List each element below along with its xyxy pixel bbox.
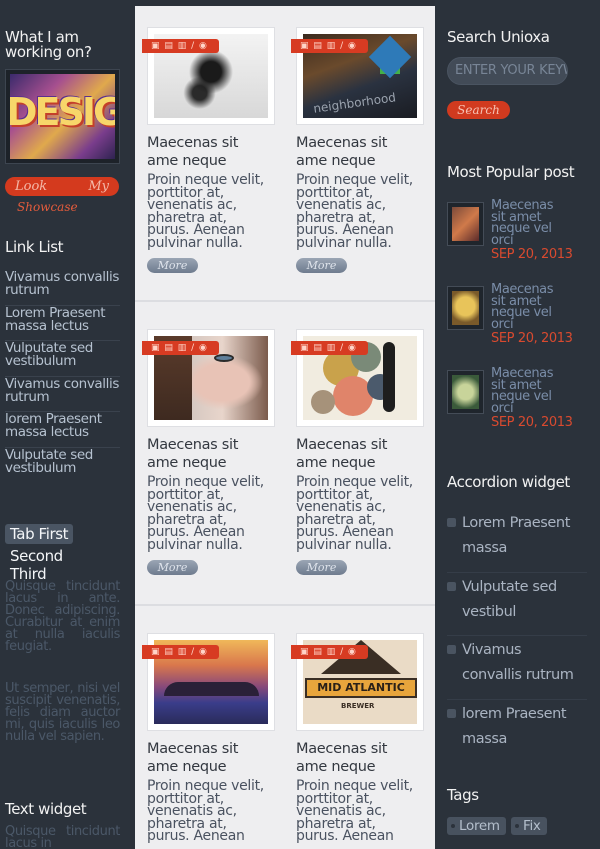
popular-post-title[interactable]: Maecenas sit amet neque vel orci	[491, 367, 561, 415]
popular-thumbnail[interactable]	[447, 202, 484, 246]
post-card: MID ATLANTIC BREWER ▣ ▤ ▥ / ◉ Maecenas s…	[291, 633, 424, 844]
post-excerpt: Proin neque velit, porttitor at, venenat…	[147, 778, 264, 844]
post-title[interactable]: Maecenas sit ame neque	[296, 135, 406, 170]
accordion-item[interactable]: lorem Praesent massa	[447, 700, 587, 764]
post-card: neighborhood ▣ ▤ ▥ / ◉ Maecenas sit ame …	[291, 27, 424, 273]
post-title[interactable]: Maecenas sit ame neque	[296, 741, 406, 776]
bullet-icon	[447, 518, 456, 527]
row-divider	[135, 300, 435, 302]
post-grid: ▣ ▤ ▥ / ◉ Maecenas sit ame neque Proin n…	[135, 6, 435, 849]
post-thumbnail[interactable]: neighborhood ▣ ▤ ▥ / ◉	[291, 27, 424, 125]
post-thumbnail[interactable]: ▣ ▤ ▥ / ◉	[142, 633, 275, 731]
post-meta-icons: ▣ ▤ ▥ / ◉	[291, 341, 368, 355]
more-button[interactable]: More	[296, 560, 347, 575]
post-meta-icons: ▣ ▤ ▥ / ◉	[142, 341, 219, 355]
popular-title: Most Popular post	[447, 163, 575, 181]
link-item[interactable]: Vulputate sed vestibulum	[5, 341, 120, 377]
popular-post[interactable]: Maecenas sit amet neque vel orci SEP 20,…	[447, 367, 597, 448]
popular-thumbnail[interactable]	[447, 370, 484, 414]
showcase-btn-right: My	[88, 179, 109, 194]
post-title[interactable]: Maecenas sit ame neque	[147, 437, 257, 472]
post-excerpt: Proin neque velit, porttitor at, venenat…	[147, 172, 264, 251]
post-meta-icons: ▣ ▤ ▥ / ◉	[291, 645, 368, 659]
link-item[interactable]: lorem Praesent massa lectus	[5, 412, 120, 448]
thumbnail-subtext: BREWER	[341, 702, 375, 710]
tab-widget: Tab First Second Third	[5, 524, 125, 583]
post-card: ▣ ▤ ▥ / ◉ Maecenas sit ame neque Proin n…	[142, 329, 275, 575]
link-item[interactable]: Vivamus convallis rutrum	[5, 270, 120, 306]
more-button[interactable]: More	[296, 258, 347, 273]
accordion-label: Lorem Praesent massa	[462, 515, 570, 556]
accordion-item[interactable]: Vulputate sed vestibul	[447, 573, 587, 636]
post-excerpt: Proin neque velit, porttitor at, venenat…	[296, 778, 413, 844]
popular-post-date: SEP 20, 2013	[491, 415, 573, 430]
tab-paragraph: Ut semper, nisi vel suscipit venenatis, …	[5, 681, 120, 744]
search-button[interactable]: Search	[447, 101, 510, 119]
popular-post-title[interactable]: Maecenas sit amet neque vel orci	[491, 199, 561, 247]
search-input[interactable]: ENTER YOUR KEYWORD	[447, 57, 568, 85]
post-card: ▣ ▤ ▥ / ◉ Maecenas sit ame neque Proin n…	[291, 329, 424, 575]
post-title[interactable]: Maecenas sit ame neque	[296, 437, 406, 472]
popular-post[interactable]: Maecenas sit amet neque vel orci SEP 20,…	[447, 199, 597, 280]
text-widget-paragraph: Quisque tincidunt lacus in	[5, 824, 120, 849]
showcase-button-label[interactable]: Showcase	[17, 200, 78, 214]
post-thumbnail[interactable]: ▣ ▤ ▥ / ◉	[142, 27, 275, 125]
accordion-label: Vivamus convallis rutrum	[462, 642, 574, 683]
post-excerpt: Proin neque velit, porttitor at, venenat…	[147, 474, 264, 553]
post-thumbnail[interactable]: ▣ ▤ ▥ / ◉	[142, 329, 275, 427]
left-sidebar: What I am working on? DESIGN Look My Sho…	[0, 0, 130, 849]
more-button[interactable]: More	[147, 560, 198, 575]
bullet-icon	[447, 645, 456, 654]
tags-title: Tags	[447, 786, 479, 804]
working-on-title: What I am working on?	[5, 28, 92, 61]
tab-second[interactable]: Second	[10, 547, 63, 565]
post-meta-icons: ▣ ▤ ▥ / ◉	[142, 645, 219, 659]
search-title: Search Unioxa	[447, 28, 550, 46]
link-item[interactable]: Vulputate sed vestibulum	[5, 448, 120, 484]
thumbnail-text: MID ATLANTIC	[305, 678, 417, 698]
showcase-image-text: DESIGN	[10, 90, 115, 134]
popular-post-date: SEP 20, 2013	[491, 247, 573, 262]
post-card: ▣ ▤ ▥ / ◉ Maecenas sit ame neque Proin n…	[142, 633, 275, 844]
accordion-title: Accordion widget	[447, 473, 570, 491]
link-item[interactable]: Vivamus convallis rutrum	[5, 377, 120, 412]
row-divider	[135, 604, 435, 606]
tab-paragraph: Quisque tincidunt lacus in ante. Donec a…	[5, 579, 120, 654]
tab-first[interactable]: Tab First	[5, 524, 74, 544]
link-list: Vivamus convallis rutrum Lorem Praesent …	[5, 270, 120, 483]
accordion-label: Vulputate sed vestibul	[462, 578, 557, 620]
more-button[interactable]: More	[147, 258, 198, 273]
post-thumbnail[interactable]: MID ATLANTIC BREWER ▣ ▤ ▥ / ◉	[291, 633, 424, 731]
post-card: ▣ ▤ ▥ / ◉ Maecenas sit ame neque Proin n…	[142, 27, 275, 273]
post-title[interactable]: Maecenas sit ame neque	[147, 741, 257, 776]
link-list-title: Link List	[5, 238, 64, 256]
popular-thumbnail[interactable]	[447, 286, 484, 330]
thumbnail-text: neighborhood	[312, 90, 397, 116]
post-meta-icons: ▣ ▤ ▥ / ◉	[142, 39, 219, 53]
accordion-label: lorem Praesent massa	[462, 705, 567, 747]
popular-post-date: SEP 20, 2013	[491, 331, 573, 346]
right-sidebar: Search Unioxa ENTER YOUR KEYWORD Search …	[435, 0, 600, 849]
showcase-image[interactable]: DESIGN	[5, 69, 120, 164]
tag-chip[interactable]: Fix	[511, 817, 547, 835]
bullet-icon	[447, 581, 456, 591]
accordion-item[interactable]: Lorem Praesent massa	[447, 509, 587, 573]
accordion-item[interactable]: Vivamus convallis rutrum	[447, 636, 587, 700]
popular-post[interactable]: Maecenas sit amet neque vel orci SEP 20,…	[447, 283, 597, 364]
post-title[interactable]: Maecenas sit ame neque	[147, 135, 257, 170]
bullet-icon	[447, 708, 456, 718]
tag-chip[interactable]: Lorem	[447, 817, 506, 835]
link-item[interactable]: Lorem Praesent massa lectus	[5, 306, 120, 341]
text-widget-title: Text widget	[5, 800, 87, 818]
post-meta-icons: ▣ ▤ ▥ / ◉	[291, 39, 368, 53]
showcase-btn-left: Look	[15, 179, 48, 194]
post-excerpt: Proin neque velit, porttitor at, venenat…	[296, 474, 413, 553]
accordion-list: Lorem Praesent massa Vulputate sed vesti…	[447, 509, 587, 763]
look-my-showcase-button[interactable]: Look My	[5, 177, 119, 196]
popular-post-title[interactable]: Maecenas sit amet neque vel orci	[491, 283, 561, 331]
post-excerpt: Proin neque velit, porttitor at, venenat…	[296, 172, 413, 251]
post-thumbnail[interactable]: ▣ ▤ ▥ / ◉	[291, 329, 424, 427]
